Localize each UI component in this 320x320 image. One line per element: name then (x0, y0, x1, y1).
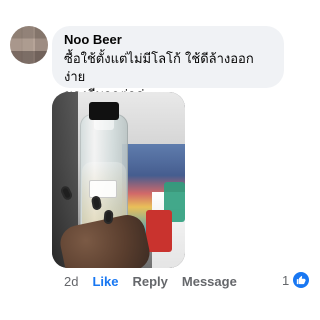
like-icon (293, 272, 310, 288)
photo-red-box (146, 210, 172, 252)
comment-text-line-1: ซื้อใช้ตั้งแต่ไม่มีโลโก้ ใช้ดีล้างออกง่า… (64, 52, 254, 85)
bottle-cap (89, 102, 119, 120)
comment-bubble: Noo Beer ซื้อใช้ตั้งแต่ไม่มีโลโก้ ใช้ดีล… (52, 26, 284, 103)
like-button[interactable]: Like (92, 273, 118, 291)
message-button[interactable]: Message (182, 273, 237, 291)
comment-author[interactable]: Noo Beer (64, 32, 272, 48)
comment-actions: 2d Like Reply Message (64, 273, 237, 291)
bottle-label (89, 180, 117, 198)
comment-time[interactable]: 2d (64, 273, 78, 291)
avatar[interactable] (10, 26, 48, 64)
comment-photo[interactable] (52, 92, 185, 268)
reply-button[interactable]: Reply (132, 273, 167, 291)
reaction-count[interactable]: 1 (282, 273, 289, 288)
reactions[interactable]: 1 (282, 272, 310, 288)
